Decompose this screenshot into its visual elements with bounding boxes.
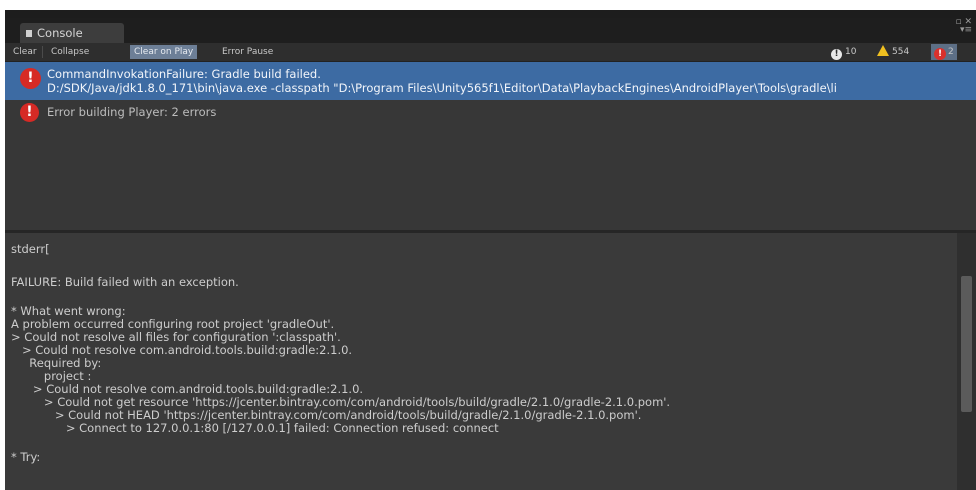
window-controls: ▫ ✕ ▾≡ xyxy=(948,18,972,42)
detail-line: > Could not resolve all files for config… xyxy=(11,330,341,344)
stacktrace-detail: stderr[ FAILURE: Build failed with an ex… xyxy=(5,233,957,490)
detail-line: > Could not resolve com.android.tools.bu… xyxy=(11,382,364,396)
error-pause-button[interactable]: Error Pause xyxy=(218,45,277,59)
toolbar-separator xyxy=(42,46,43,58)
window-top-strip xyxy=(5,10,976,18)
log-entry-detail: D:/SDK/Java/jdk1.8.0_171\bin\java.exe -c… xyxy=(47,81,837,95)
log-entry[interactable]: ! CommandInvokationFailure: Gradle build… xyxy=(5,62,976,100)
console-tab-icon xyxy=(26,30,32,37)
error-icon: ! xyxy=(20,103,39,122)
log-entry-message: CommandInvokationFailure: Gradle build f… xyxy=(47,67,321,81)
warning-icon xyxy=(877,45,889,56)
log-list: ! CommandInvokationFailure: Gradle build… xyxy=(5,62,976,230)
detail-line: A problem occurred configuring root proj… xyxy=(11,317,335,331)
detail-scrollbar-thumb[interactable] xyxy=(961,276,972,412)
error-icon: ! xyxy=(934,48,946,60)
detail-line: * Try: xyxy=(11,450,41,464)
detail-line: > Could not get resource 'https://jcente… xyxy=(11,395,671,409)
error-icon: ! xyxy=(20,68,41,89)
detail-line: > Could not HEAD 'https://jcenter.bintra… xyxy=(11,408,642,422)
tab-console[interactable]: Console xyxy=(20,23,124,43)
error-count: 2 xyxy=(948,47,954,57)
log-entry[interactable]: ! Error building Player: 2 errors xyxy=(5,100,976,124)
log-entry-message: Error building Player: 2 errors xyxy=(47,105,217,119)
error-count-toggle[interactable]: ! 2 xyxy=(931,44,957,60)
info-count-toggle[interactable]: ! 10 xyxy=(831,44,856,60)
clear-on-play-button[interactable]: Clear on Play xyxy=(130,45,198,59)
detail-line: project : xyxy=(11,369,92,383)
detail-line: Required by: xyxy=(11,356,102,370)
detail-line: stderr[ xyxy=(11,242,50,256)
warning-count-toggle[interactable]: 554 xyxy=(877,44,909,60)
console-window: Console ▫ ✕ ▾≡ Clear Collapse Clear on P… xyxy=(5,10,976,490)
menu-icon[interactable]: ▾≡ xyxy=(948,26,972,35)
info-count: 10 xyxy=(845,47,857,57)
warning-count: 554 xyxy=(892,47,910,57)
detail-line: > Could not resolve com.android.tools.bu… xyxy=(11,343,353,357)
tab-bar: Console ▫ ✕ ▾≡ xyxy=(5,18,976,43)
detail-line: FAILURE: Build failed with an exception. xyxy=(11,275,239,289)
tab-console-label: Console xyxy=(37,26,83,40)
detail-line: > Connect to 127.0.0.1:80 [/127.0.0.1] f… xyxy=(11,421,499,435)
info-icon: ! xyxy=(831,49,842,60)
collapse-button[interactable]: Collapse xyxy=(47,45,93,59)
clear-button[interactable]: Clear xyxy=(9,45,41,59)
detail-line: * What went wrong: xyxy=(11,304,126,318)
console-toolbar: Clear Collapse Clear on Play Error Pause… xyxy=(5,43,976,62)
